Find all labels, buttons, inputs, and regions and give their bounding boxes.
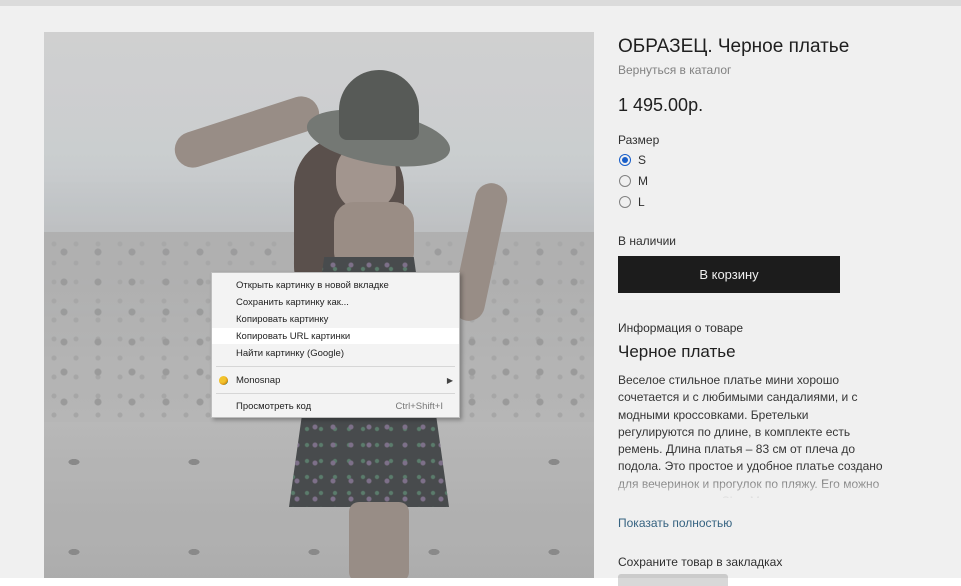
info-title: Черное платье xyxy=(618,342,736,361)
description-fade xyxy=(618,470,898,500)
bookmark-button[interactable] xyxy=(618,574,728,586)
size-option-l[interactable]: L xyxy=(619,194,645,210)
size-option-s[interactable]: S xyxy=(619,152,646,168)
menu-item-label: Monosnap xyxy=(236,374,281,386)
size-option-label: M xyxy=(638,174,648,188)
radio-icon[interactable] xyxy=(619,196,631,208)
menu-item-label: Просмотреть код xyxy=(236,400,312,412)
show-more-link[interactable]: Показать полностью xyxy=(618,516,732,530)
menu-item-copy-image-url[interactable]: Копировать URL картинки xyxy=(212,328,459,344)
menu-item-search-image-google[interactable]: Найти картинку (Google) xyxy=(212,345,459,361)
back-to-catalog-link[interactable]: Вернуться в каталог xyxy=(618,63,731,77)
menu-item-label: Копировать картинку xyxy=(236,313,329,325)
menu-item-save-image-as[interactable]: Сохранить картинку как... xyxy=(212,294,459,310)
menu-item-label: Сохранить картинку как... xyxy=(236,296,349,308)
menu-item-label: Копировать URL картинки xyxy=(236,330,351,342)
monosnap-icon xyxy=(219,375,228,385)
context-menu: Открыть картинку в новой вкладке Сохрани… xyxy=(211,272,460,418)
menu-item-shortcut: Ctrl+Shift+I xyxy=(395,400,443,412)
menu-item-copy-image[interactable]: Копировать картинку xyxy=(212,311,459,327)
top-bar xyxy=(0,0,961,6)
size-option-label: S xyxy=(638,153,647,167)
size-option-m[interactable]: M xyxy=(619,173,648,189)
menu-item-label: Найти картинку (Google) xyxy=(236,347,344,359)
product-title: ОБРАЗЕЦ. Черное платье xyxy=(618,36,850,57)
radio-checked-icon[interactable] xyxy=(619,154,631,166)
menu-item-monosnap[interactable]: Monosnap ▶ xyxy=(212,372,459,388)
info-label: Информация о товаре xyxy=(618,321,744,335)
stock-status: В наличии xyxy=(618,234,677,248)
size-label: Размер xyxy=(618,133,660,147)
product-price: 1 495.00р. xyxy=(618,95,704,115)
menu-item-inspect[interactable]: Просмотреть код Ctrl+Shift+I xyxy=(212,398,459,414)
menu-item-label: Открыть картинку в новой вкладке xyxy=(236,279,389,291)
menu-separator xyxy=(216,366,455,367)
add-to-cart-button[interactable]: В корзину xyxy=(618,256,840,293)
menu-separator xyxy=(216,393,455,394)
radio-icon[interactable] xyxy=(619,175,631,187)
size-option-label: L xyxy=(638,195,645,209)
menu-item-open-image-new-tab[interactable]: Открыть картинку в новой вкладке xyxy=(212,277,459,293)
submenu-arrow-icon: ▶ xyxy=(446,375,453,385)
bookmark-label: Сохраните товар в закладках xyxy=(618,555,783,569)
